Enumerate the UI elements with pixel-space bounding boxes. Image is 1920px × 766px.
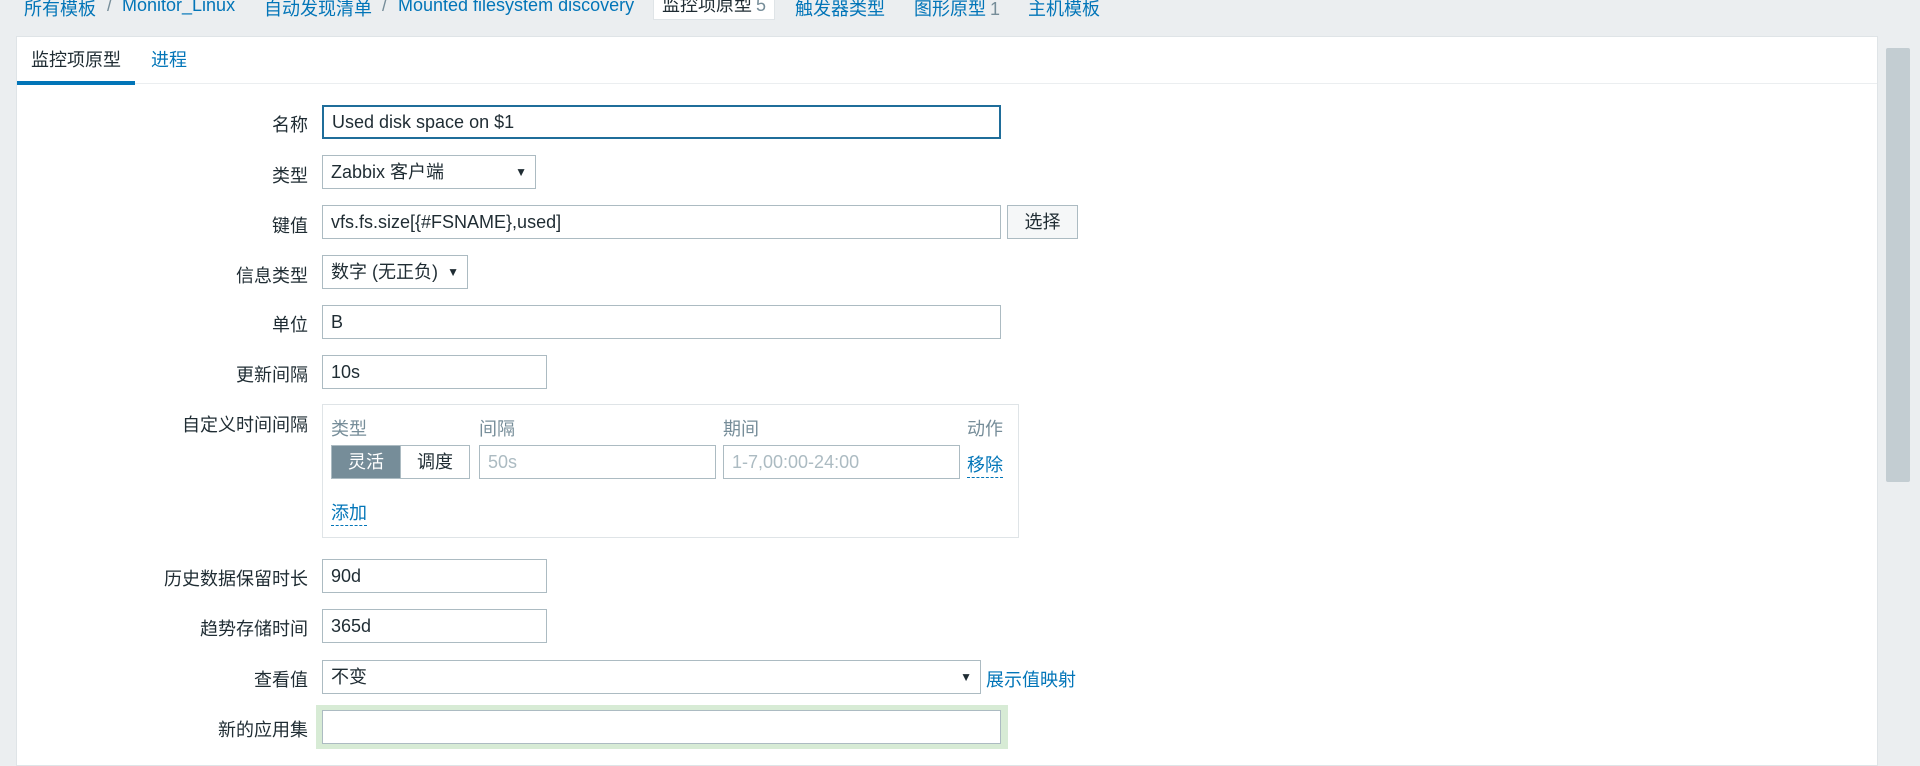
custom-intervals-label: 自定义时间间隔 bbox=[182, 415, 308, 435]
units-input[interactable]: B bbox=[322, 305, 1001, 339]
key-select-button[interactable]: 选择 bbox=[1007, 205, 1078, 239]
col-period-header: 期间 bbox=[723, 419, 759, 439]
interval-input[interactable]: 10s bbox=[322, 355, 547, 389]
breadcrumb: 所有模板 / Monitor_Linux 自动发现清单 / Mounted fi… bbox=[0, 0, 1920, 22]
key-label: 键值 bbox=[272, 216, 308, 236]
nav-trigger-types[interactable]: 触发器类型 bbox=[795, 0, 885, 21]
breadcrumb-separator: / bbox=[382, 0, 388, 15]
new-application-label: 新的应用集 bbox=[218, 720, 308, 740]
custom-intervals-table: 类型 间隔 期间 动作 灵活 调度 50s 1-7,00:00-24:00 移除… bbox=[322, 404, 1019, 538]
name-label: 名称 bbox=[272, 115, 308, 135]
nav-graph-prototypes[interactable]: 图形原型 1 bbox=[914, 0, 1000, 21]
custom-interval-input[interactable]: 50s bbox=[479, 445, 716, 479]
breadcrumb-separator: / bbox=[107, 0, 113, 15]
interval-type-toggle[interactable]: 灵活 调度 bbox=[331, 445, 470, 479]
nav-item-prototypes-label: 监控项原型 bbox=[662, 0, 752, 15]
breadcrumb-discovery-list[interactable]: 自动发现清单 bbox=[264, 0, 372, 21]
trends-input[interactable]: 365d bbox=[322, 609, 547, 643]
nav-item-prototypes[interactable]: 监控项原型 5 bbox=[653, 0, 776, 20]
key-input[interactable]: vfs.fs.size[{#FSNAME},used] bbox=[322, 205, 1001, 239]
tab-item-prototype[interactable]: 监控项原型 bbox=[17, 47, 135, 85]
value-map-label: 查看值 bbox=[254, 670, 308, 690]
remove-interval-link[interactable]: 移除 bbox=[967, 451, 1003, 478]
breadcrumb-discovery-rule[interactable]: Mounted filesystem discovery bbox=[398, 0, 634, 16]
nav-graph-prototypes-label: 图形原型 bbox=[914, 0, 986, 19]
type-select[interactable]: Zabbix 客户端 ▼ bbox=[322, 155, 536, 189]
interval-label: 更新间隔 bbox=[236, 365, 308, 385]
scrollbar-thumb[interactable] bbox=[1886, 48, 1910, 482]
breadcrumb-template[interactable]: Monitor_Linux bbox=[122, 0, 235, 16]
dropdown-arrow-icon: ▼ bbox=[515, 165, 527, 179]
type-label: 类型 bbox=[272, 166, 308, 186]
dropdown-arrow-icon: ▼ bbox=[960, 670, 972, 684]
info-type-label: 信息类型 bbox=[236, 266, 308, 286]
tab-bar: 监控项原型 进程 bbox=[17, 37, 1877, 85]
breadcrumb-all-templates[interactable]: 所有模板 bbox=[24, 0, 96, 21]
flexible-toggle-option[interactable]: 灵活 bbox=[332, 446, 400, 478]
tab-process[interactable]: 进程 bbox=[137, 47, 201, 73]
info-type-select[interactable]: 数字 (无正负) ▼ bbox=[322, 255, 468, 289]
type-select-value: Zabbix 客户端 bbox=[331, 162, 445, 182]
value-map-select[interactable]: 不变 ▼ bbox=[322, 660, 981, 694]
name-input[interactable]: Used disk space on $1 bbox=[322, 105, 1001, 139]
add-interval-link[interactable]: 添加 bbox=[331, 499, 367, 526]
col-interval-header: 间隔 bbox=[479, 419, 515, 439]
col-type-header: 类型 bbox=[331, 419, 367, 439]
scrollbar[interactable] bbox=[1878, 0, 1920, 754]
custom-period-input[interactable]: 1-7,00:00-24:00 bbox=[723, 445, 960, 479]
show-value-mappings-link[interactable]: 展示值映射 bbox=[986, 666, 1076, 692]
new-application-input[interactable] bbox=[322, 710, 1001, 744]
col-action-header: 动作 bbox=[967, 419, 1003, 439]
dropdown-arrow-icon: ▼ bbox=[447, 265, 459, 279]
nav-item-prototypes-count: 5 bbox=[756, 0, 767, 15]
value-map-select-value: 不变 bbox=[331, 667, 367, 687]
units-label: 单位 bbox=[272, 315, 308, 335]
trends-label: 趋势存储时间 bbox=[200, 619, 308, 639]
scheduling-toggle-option[interactable]: 调度 bbox=[400, 446, 469, 478]
nav-graph-prototypes-count: 1 bbox=[990, 0, 1001, 19]
form-panel: 监控项原型 进程 bbox=[16, 36, 1878, 766]
info-type-select-value: 数字 (无正负) bbox=[331, 262, 438, 282]
history-label: 历史数据保留时长 bbox=[164, 569, 308, 589]
custom-interval-placeholder: 50s bbox=[488, 452, 518, 472]
custom-period-placeholder: 1-7,00:00-24:00 bbox=[732, 452, 860, 472]
history-input[interactable]: 90d bbox=[322, 559, 547, 593]
nav-host-templates[interactable]: 主机模板 bbox=[1028, 0, 1100, 21]
